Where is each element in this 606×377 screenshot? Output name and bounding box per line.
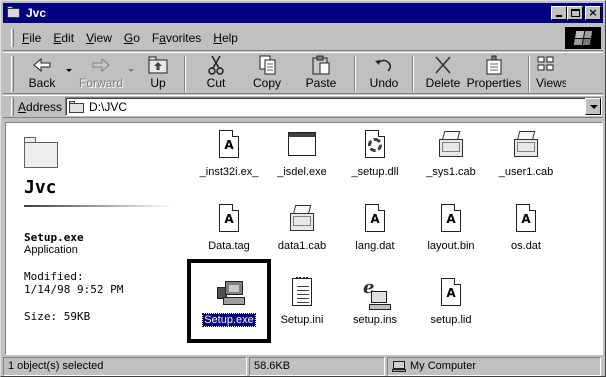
menu-grip[interactable]	[11, 28, 14, 47]
document-a-icon: A	[510, 203, 542, 235]
status-bar: 1 object(s) selected 58.6KB My Computer	[3, 357, 603, 376]
document-a-icon: A	[213, 129, 245, 161]
file-item[interactable]: A os.dat	[486, 203, 566, 252]
folder-view[interactable]: Jvc Setup.exe Application Modified: 1/14…	[5, 122, 603, 355]
menu-edit[interactable]: Edit	[53, 31, 74, 45]
address-value: D:\JVC	[89, 99, 128, 114]
toolbar-grip[interactable]	[11, 56, 14, 92]
toolbar-separator	[354, 56, 356, 92]
modified-label: Modified:	[24, 270, 84, 283]
large-folder-icon	[24, 137, 60, 169]
address-grip[interactable]	[11, 97, 14, 116]
menu-favorites[interactable]: Favorites	[152, 31, 201, 45]
undo-icon	[372, 55, 396, 75]
ini-notepad-icon	[286, 277, 318, 309]
web-view-info-panel: Jvc Setup.exe Application Modified: 1/14…	[6, 123, 181, 354]
back-button[interactable]: Back	[20, 53, 64, 93]
status-location: My Computer	[387, 357, 601, 376]
cab-icon	[435, 129, 467, 161]
copy-icon	[255, 55, 279, 75]
status-size: 58.6KB	[249, 357, 385, 376]
back-arrow-icon	[30, 55, 54, 75]
document-a-icon: A	[435, 277, 467, 309]
up-button[interactable]: Up	[138, 53, 178, 93]
title-divider	[24, 205, 174, 207]
close-button[interactable]: ×	[585, 6, 601, 20]
file-item[interactable]: _isdel.exe	[262, 129, 342, 178]
toolbar-separator	[528, 56, 530, 92]
menu-help[interactable]: Help	[213, 31, 238, 45]
forward-dropdown-arrow[interactable]	[128, 69, 134, 72]
file-item[interactable]: A lang.dat	[335, 203, 415, 252]
file-item[interactable]: Setup.ini	[262, 277, 342, 326]
minimize-button[interactable]	[551, 6, 567, 20]
copy-button[interactable]: Copy	[240, 53, 294, 93]
title-bar[interactable]: Jvc ×	[3, 3, 603, 23]
paste-button[interactable]: Paste	[294, 53, 348, 93]
folder-icon	[6, 6, 22, 20]
status-selection: 1 object(s) selected	[3, 357, 247, 376]
folder-icon	[69, 100, 85, 113]
cab-icon	[286, 203, 318, 235]
toolbar: Back Forward Up Cut Copy Paste Undo Dele…	[3, 52, 603, 94]
file-item[interactable]: _sys1.cab	[411, 129, 491, 178]
forward-arrow-icon	[89, 55, 113, 75]
modified-value: 1/14/98 9:52 PM	[24, 283, 124, 296]
file-item[interactable]: _setup.dll	[335, 129, 415, 178]
address-label: Address	[18, 99, 63, 114]
file-item[interactable]: e setup.ins	[335, 277, 415, 326]
folder-title: Jvc	[24, 177, 57, 198]
properties-icon	[482, 55, 506, 75]
menu-file[interactable]: File	[22, 31, 41, 45]
window-title: Jvc	[26, 6, 47, 20]
setup-computer-icon	[213, 277, 245, 309]
toolbar-separator	[412, 56, 414, 92]
document-a-icon: A	[213, 203, 245, 235]
views-grid-icon	[536, 55, 560, 75]
windows-flag-icon	[573, 31, 593, 45]
paste-clipboard-icon	[309, 55, 333, 75]
chevron-down-icon	[590, 105, 599, 109]
menu-go[interactable]: Go	[124, 31, 140, 45]
address-dropdown-button[interactable]	[585, 98, 602, 115]
views-button[interactable]: Views	[536, 53, 566, 93]
maximize-button[interactable]	[567, 6, 583, 20]
delete-button[interactable]: Delete	[420, 53, 466, 93]
ins-script-icon: e	[359, 277, 391, 310]
file-item-selected[interactable]: Setup.exe	[189, 277, 269, 327]
close-icon: ×	[588, 6, 598, 19]
file-item[interactable]: data1.cab	[262, 203, 342, 252]
maximize-icon	[571, 9, 580, 17]
document-a-icon: A	[359, 203, 391, 235]
properties-button[interactable]: Properties	[466, 53, 522, 93]
document-a-icon: A	[435, 203, 467, 235]
toolbar-separator	[184, 56, 186, 92]
scissors-icon	[204, 55, 228, 75]
file-item[interactable]: A _inst32i.ex_	[189, 129, 269, 178]
cab-icon	[510, 129, 542, 161]
file-size: Size: 59KB	[24, 310, 91, 323]
back-dropdown-arrow[interactable]	[66, 69, 72, 72]
file-item[interactable]: A Data.tag	[189, 203, 269, 252]
file-item[interactable]: A layout.bin	[411, 203, 491, 252]
selected-file-type: Application	[24, 244, 78, 256]
windows-logo	[565, 27, 601, 49]
menu-view[interactable]: View	[86, 31, 112, 45]
minimize-icon	[556, 15, 562, 17]
address-input[interactable]: D:\JVC	[65, 97, 603, 116]
cut-button[interactable]: Cut	[192, 53, 240, 93]
forward-button[interactable]: Forward	[76, 53, 126, 93]
file-item[interactable]: A setup.lid	[411, 277, 491, 326]
delete-x-icon	[431, 55, 455, 75]
up-folder-icon	[146, 55, 170, 75]
my-computer-icon	[392, 360, 406, 373]
address-bar: Address D:\JVC	[3, 95, 603, 118]
window-app-icon	[286, 129, 318, 161]
dll-gear-icon	[359, 129, 391, 161]
explorer-window: Jvc × File Edit View Go Favorites Help B…	[0, 0, 606, 377]
selected-file-name: Setup.exe	[24, 231, 84, 244]
undo-button[interactable]: Undo	[362, 53, 406, 93]
menu-bar: File Edit View Go Favorites Help	[3, 25, 603, 51]
file-item[interactable]: _user1.cab	[486, 129, 566, 178]
